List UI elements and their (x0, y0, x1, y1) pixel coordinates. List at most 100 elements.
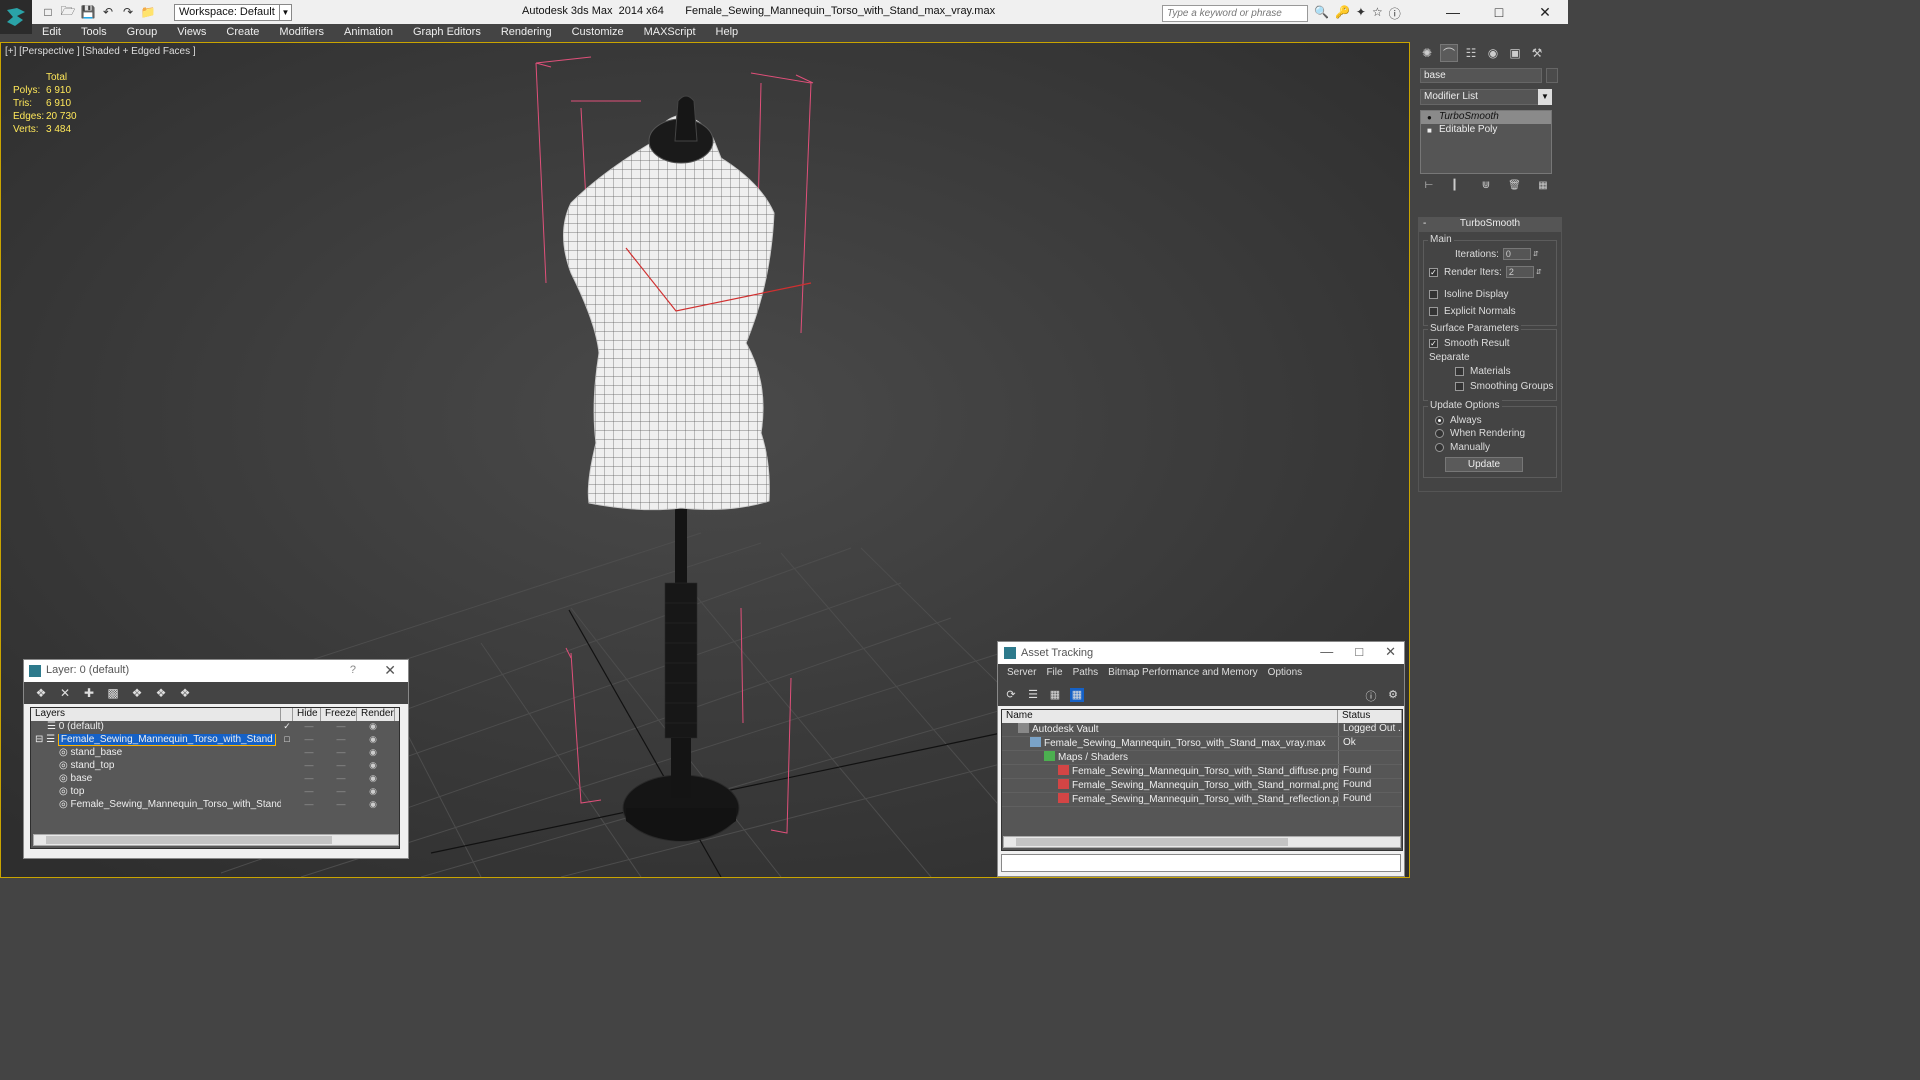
menu-server[interactable]: Server (1002, 667, 1041, 681)
close-icon[interactable]: ✕ (384, 662, 396, 679)
checkbox-checked[interactable]: ✓ (1429, 267, 1438, 277)
menu-views[interactable]: Views (167, 24, 216, 42)
object-color-swatch[interactable] (1546, 68, 1558, 83)
save-icon[interactable]: 💾 (80, 4, 96, 20)
motion-tab-icon[interactable]: ◉ (1484, 44, 1502, 62)
menu-maxscript[interactable]: MAXScript (634, 24, 706, 42)
menu-customize[interactable]: Customize (562, 24, 634, 42)
smooth-result-checkbox[interactable]: ✓ Smooth Result (1429, 338, 1510, 349)
layer-row[interactable]: ◎ stand_base — — ◉ (31, 747, 399, 760)
freeze-toggle[interactable]: — (325, 799, 357, 812)
horizontal-scrollbar[interactable] (33, 834, 399, 846)
close-icon[interactable]: ✕ (1522, 0, 1568, 24)
checkbox[interactable] (1455, 367, 1464, 376)
column-header-status[interactable]: Status (1338, 710, 1402, 723)
current-layer-box-icon[interactable]: □ (281, 734, 293, 747)
hide-toggle[interactable]: — (293, 773, 325, 786)
menu-tools[interactable]: Tools (71, 24, 117, 42)
modify-tab-icon[interactable]: ⌒ (1440, 44, 1458, 62)
column-header-hide[interactable]: Hide (293, 708, 321, 721)
lightbulb-icon[interactable]: ● (1427, 113, 1432, 122)
checkbox[interactable] (1429, 307, 1438, 316)
menu-graph-editors[interactable]: Graph Editors (403, 24, 491, 42)
teapot-render-icon[interactable]: ◉ (357, 721, 389, 734)
freeze-toggle[interactable]: — (325, 721, 357, 734)
layer-row[interactable]: ⊟ ☰ Female_Sewing_Mannequin_Torso_with_S… (31, 734, 399, 747)
checkbox[interactable] (1429, 290, 1438, 299)
teapot-render-icon[interactable]: ◉ (357, 747, 389, 760)
app-menu-button[interactable] (0, 0, 32, 34)
column-header-freeze[interactable]: Freeze (321, 708, 357, 721)
stack-item-editable-poly[interactable]: ■ Editable Poly (1421, 124, 1551, 137)
teapot-render-icon[interactable]: ◉ (357, 760, 389, 773)
column-header-name[interactable]: Name (1002, 710, 1338, 723)
help-icon[interactable]: ⓘ (1364, 688, 1378, 703)
layer-window-titlebar[interactable]: Layer: 0 (default) ? ✕ (24, 660, 408, 682)
radio[interactable] (1435, 429, 1444, 438)
asset-status-field[interactable] (1001, 854, 1401, 872)
menu-group[interactable]: Group (117, 24, 168, 42)
help-icon[interactable]: ⓘ (1389, 5, 1401, 22)
current-layer-check-icon[interactable]: ✓ (281, 721, 293, 734)
hierarchy-tab-icon[interactable]: ☷ (1462, 44, 1480, 62)
list-view-icon[interactable]: ☰ (1026, 688, 1040, 702)
column-header-render[interactable]: Render (357, 708, 395, 721)
menu-paths[interactable]: Paths (1068, 667, 1104, 681)
configure-modifier-sets-icon[interactable]: ▦ (1534, 180, 1552, 196)
rollout-header[interactable]: - TurboSmooth (1419, 218, 1561, 232)
layer-row[interactable]: ☰ 0 (default) ✓ — — ◉ (31, 721, 399, 734)
help-button[interactable]: ? (350, 664, 356, 676)
spinner-value[interactable]: 2 (1505, 266, 1534, 278)
checkbox-checked[interactable]: ✓ (1429, 339, 1438, 348)
menu-edit[interactable]: Edit (32, 24, 71, 42)
hide-toggle[interactable]: — (293, 799, 325, 812)
always-radio[interactable]: Always (1435, 415, 1482, 426)
refresh-icon[interactable]: ⟳ (1004, 688, 1018, 702)
menu-modifiers[interactable]: Modifiers (269, 24, 334, 42)
layer-row[interactable]: ◎ base — — ◉ (31, 773, 399, 786)
spinner-value[interactable]: 0 (1502, 248, 1531, 260)
asset-row[interactable]: Female_Sewing_Mannequin_Torso_with_Stand… (1002, 793, 1402, 807)
stack-item-turbosmooth[interactable]: ● TurboSmooth (1421, 111, 1551, 124)
explicit-normals-checkbox[interactable]: Explicit Normals (1429, 306, 1516, 317)
pin-stack-icon[interactable]: ⊢ (1420, 180, 1438, 196)
highlight-layer-icon[interactable]: ❖ (130, 686, 144, 700)
menu-help[interactable]: Help (706, 24, 749, 42)
select-in-layer-icon[interactable]: ▩ (106, 686, 120, 700)
open-file-icon[interactable]: 🗁 (60, 4, 76, 20)
create-tab-icon[interactable]: ✺ (1418, 44, 1436, 62)
menu-rendering[interactable]: Rendering (491, 24, 562, 42)
key-icon[interactable]: 🔑 (1335, 5, 1350, 22)
project-folder-icon[interactable]: 📁 (140, 4, 156, 20)
workspace-dropdown[interactable]: Workspace: Default ▼ (174, 4, 292, 21)
expand-icon[interactable]: ■ (1427, 126, 1432, 135)
favorites-star-icon[interactable]: ☆ (1372, 5, 1383, 22)
when-rendering-radio[interactable]: When Rendering (1435, 428, 1525, 439)
hide-toggle[interactable]: — (293, 760, 325, 773)
hide-toggle[interactable]: — (293, 734, 325, 747)
settings-icon[interactable]: ⚙ (1386, 688, 1400, 702)
thumbnail-view-icon[interactable]: ▦ (1048, 688, 1062, 702)
search-input[interactable]: Type a keyword or phrase (1162, 5, 1308, 22)
table-view-icon[interactable]: ▦ (1070, 688, 1084, 702)
horizontal-scrollbar[interactable] (1003, 836, 1401, 848)
freeze-toggle[interactable]: — (325, 773, 357, 786)
show-end-result-icon[interactable]: ▎ (1449, 180, 1467, 196)
hide-toggle[interactable]: — (293, 786, 325, 799)
scrollbar-thumb[interactable] (46, 836, 332, 844)
close-icon[interactable]: ✕ (1385, 644, 1396, 660)
utilities-tab-icon[interactable]: ⚒ (1528, 44, 1546, 62)
teapot-render-icon[interactable]: ◉ (357, 799, 389, 812)
delete-layer-icon[interactable]: ✕ (58, 686, 72, 700)
viewport-label[interactable]: [+] [Perspective ] [Shaded + Edged Faces… (5, 46, 196, 57)
iterations-spinner[interactable]: Iterations: 0 ⇵ (1455, 248, 1539, 260)
teapot-render-icon[interactable]: ◉ (357, 734, 389, 747)
teapot-render-icon[interactable]: ◉ (357, 773, 389, 786)
minimize-icon[interactable]: — (1430, 0, 1476, 24)
freeze-toggle[interactable]: — (325, 734, 357, 747)
isoline-display-checkbox[interactable]: Isoline Display (1429, 289, 1508, 300)
new-file-icon[interactable]: □ (40, 4, 56, 20)
binoculars-icon[interactable]: 🔍 (1314, 5, 1329, 22)
menu-bitmap-performance[interactable]: Bitmap Performance and Memory (1103, 667, 1263, 681)
communication-icon[interactable]: ✦ (1356, 5, 1366, 22)
